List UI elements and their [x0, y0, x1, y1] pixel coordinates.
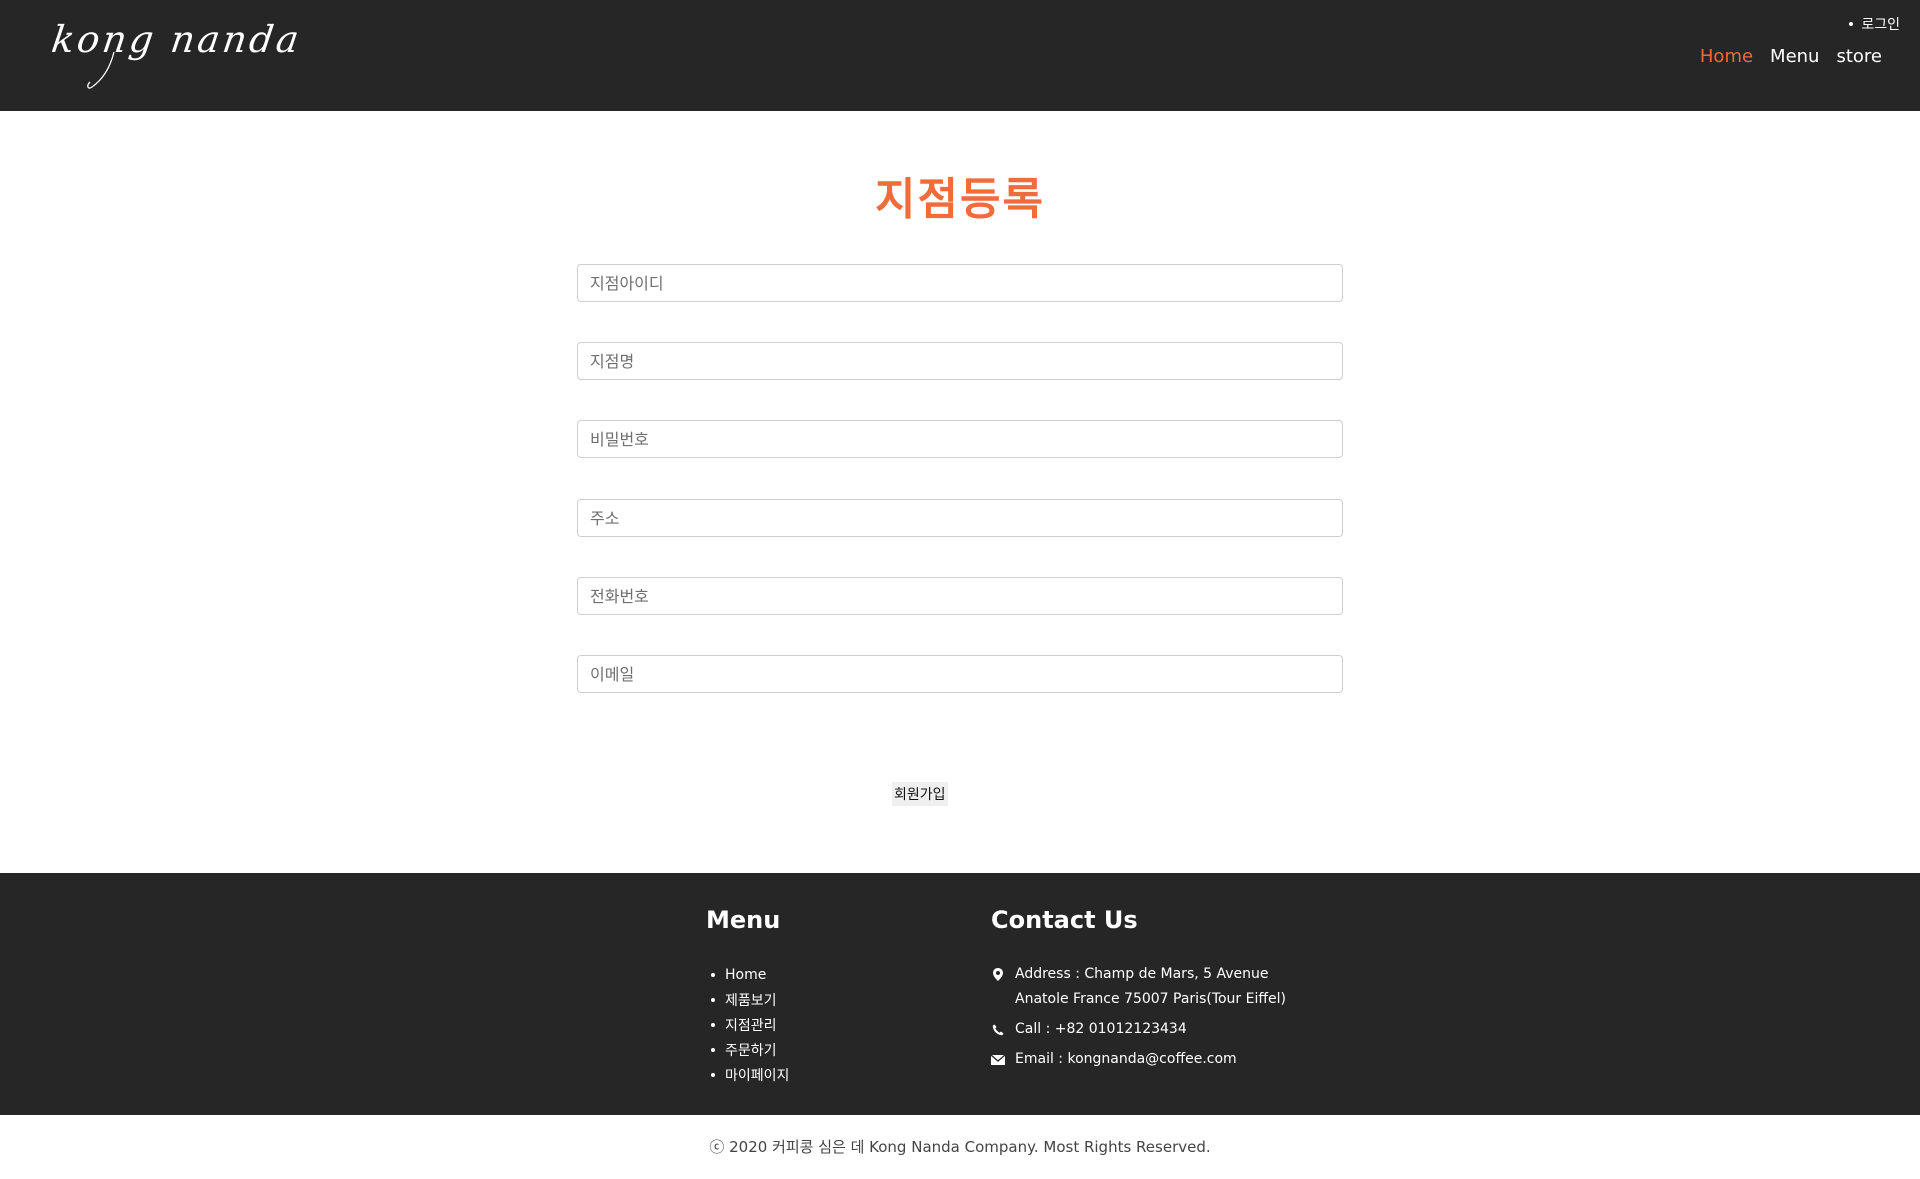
site-header: kong nanda 로그인 Home Menu store	[0, 0, 1920, 111]
contact-address: Address : Champ de Mars, 5 Avenue Anatol…	[1015, 966, 1286, 1007]
footer-menu-item: 제품보기	[711, 987, 789, 1012]
contact-call-row: Call : +82 01012123434	[991, 1017, 1305, 1042]
address-input[interactable]	[577, 499, 1343, 537]
logo-flourish	[87, 51, 115, 89]
bullet-icon	[711, 1072, 715, 1077]
footer-menu: Home 제품보기 지점관리 주문하기 마이페이지	[711, 962, 789, 1087]
page-title: 지점등록	[875, 174, 1045, 225]
contact-info: Address : Champ de Mars, 5 Avenue Anatol…	[991, 962, 1305, 1072]
contact-heading: Contact Us	[991, 906, 1138, 934]
contact-email-row: Email : kongnanda@coffee.com	[991, 1047, 1305, 1072]
bullet-icon	[711, 972, 715, 977]
copyright: ⓒ 2020 커피콩 심은 데 Kong Nanda Company. Most…	[709, 1138, 1211, 1156]
contact-call: Call : +82 01012123434	[1015, 1021, 1187, 1037]
envelope-icon	[991, 1047, 1005, 1072]
bullet-icon	[711, 1047, 715, 1052]
phone-input[interactable]	[577, 577, 1343, 615]
email-input[interactable]	[577, 655, 1343, 693]
bullet-icon	[1849, 22, 1854, 26]
contact-address-row: Address : Champ de Mars, 5 Avenue Anatol…	[991, 962, 1305, 1012]
register-button[interactable]: 회원가입	[892, 782, 948, 806]
footer-menu-item: Home	[711, 962, 789, 987]
footer-menu-item: 마이페이지	[711, 1062, 789, 1087]
site-footer: Menu Home 제품보기 지점관리 주문하기 마이페이지 Contact U…	[0, 873, 1920, 1115]
contact-email: Email : kongnanda@coffee.com	[1015, 1051, 1237, 1067]
nav-home[interactable]: Home	[1700, 46, 1753, 67]
password-input[interactable]	[577, 420, 1343, 458]
footer-link-mypage[interactable]: 마이페이지	[725, 1065, 789, 1085]
footer-link-order[interactable]: 주문하기	[725, 1040, 777, 1060]
footer-menu-heading: Menu	[706, 906, 781, 934]
map-marker-icon	[991, 962, 1005, 987]
phone-icon	[991, 1017, 1005, 1042]
nav-menu[interactable]: Menu	[1770, 46, 1819, 67]
store-name-input[interactable]	[577, 342, 1343, 380]
bullet-icon	[711, 997, 715, 1002]
bullet-icon	[711, 1022, 715, 1027]
store-id-input[interactable]	[577, 264, 1343, 302]
footer-link-store-management[interactable]: 지점관리	[725, 1015, 777, 1035]
footer-link-home[interactable]: Home	[725, 967, 766, 983]
footer-menu-item: 주문하기	[711, 1037, 789, 1062]
footer-link-products[interactable]: 제품보기	[725, 990, 777, 1010]
footer-menu-item: 지점관리	[711, 1012, 789, 1037]
login-link[interactable]: 로그인	[1849, 14, 1900, 34]
login-label: 로그인	[1861, 17, 1900, 33]
nav-store[interactable]: store	[1836, 46, 1882, 67]
main-nav: Home Menu store	[1700, 46, 1882, 67]
